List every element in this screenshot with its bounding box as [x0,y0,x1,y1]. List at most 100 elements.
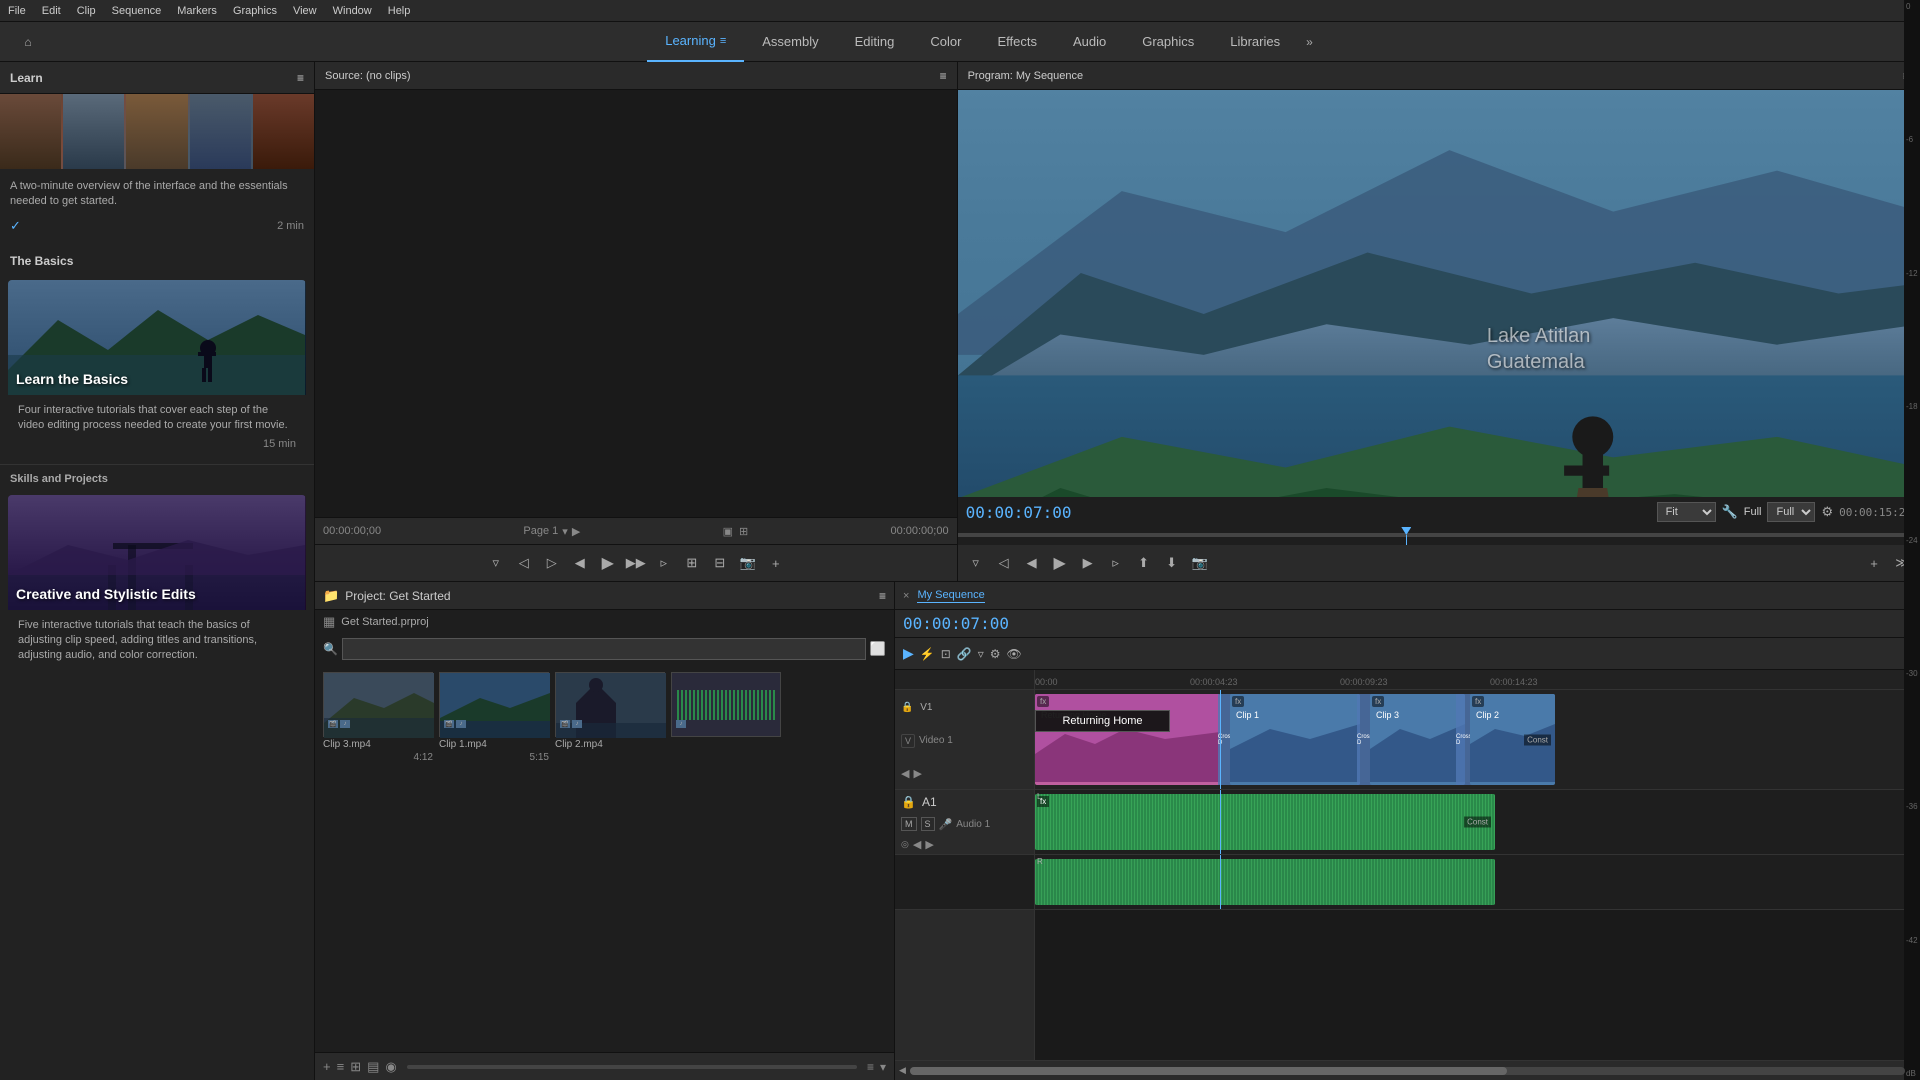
source-page-chevron[interactable]: ▾ [562,525,568,538]
project-panel-menu[interactable]: ≡ [879,589,886,603]
source-mark-prev[interactable]: ◁ [514,555,534,571]
source-icon-1[interactable]: ▣ [723,525,733,538]
tab-assembly[interactable]: Assembly [744,22,836,62]
timeline-settings-btn[interactable]: ⚙ [990,647,1001,661]
clip-block-1[interactable]: fx Clip 1 [1230,694,1360,785]
timeline-add-marker-btn[interactable]: ▿ [978,647,984,661]
menu-window[interactable]: Window [333,5,372,17]
video-track-eye-btn[interactable]: V [901,734,915,748]
project-new-item-btn[interactable]: + [323,1059,331,1074]
tab-learning[interactable]: Learning ≡ [647,22,744,62]
program-scrub-head[interactable] [1400,527,1412,545]
timeline-select-tool[interactable]: ▶ [903,645,914,662]
project-zoom-slider[interactable] [407,1065,857,1069]
clip-block-3[interactable]: fx Clip 3 [1370,694,1465,785]
tab-graphics[interactable]: Graphics [1124,22,1212,62]
clip-item-3[interactable]: 🎬 ♪ Clip 3.mp4 4:12 [323,672,433,1044]
source-page-next[interactable]: ▶ [572,525,580,538]
timeline-sequence-tab[interactable]: My Sequence [917,589,984,603]
home-button[interactable]: ⌂ [12,26,44,58]
timeline-scrollbar[interactable] [910,1067,1905,1075]
tab-editing[interactable]: Editing [837,22,913,62]
menu-file[interactable]: File [8,5,26,17]
program-mark-out[interactable]: ▹ [1106,555,1126,571]
learn-panel-menu-icon[interactable]: ≡ [297,71,304,85]
audio-lock-icon[interactable]: 🔒 [901,795,916,809]
clip-item-2[interactable]: 🎬 ♪ Clip 2.mp4 [555,672,665,1044]
project-new-bin-icon[interactable]: ⬜ [870,641,886,657]
source-camera[interactable]: 📷 [738,555,758,571]
source-play-button[interactable]: ▶ [598,553,618,573]
learn-intro-image[interactable] [0,94,314,169]
audio-track-fwd2[interactable]: ▶ [925,838,933,851]
lock-icon[interactable]: 🔒 [901,702,913,713]
source-insert[interactable]: ⊞ [682,555,702,571]
timeline-close-btn[interactable]: × [903,590,909,602]
timeline-hide-icon[interactable]: 👁 [1007,647,1022,661]
program-scrub-bar[interactable] [958,527,1920,545]
program-settings-icon[interactable]: ⚙ [1821,504,1833,520]
audio-track-s-btn[interactable]: S [921,817,935,831]
project-search-input[interactable] [342,638,866,660]
program-mark-in[interactable]: ▿ [966,555,986,571]
menu-clip[interactable]: Clip [77,5,96,17]
audio-track-back2[interactable]: ◀ [913,838,921,851]
clip-returning-home[interactable]: fx Returning Home [1035,694,1220,785]
program-extract[interactable]: ⬇ [1162,555,1182,571]
tutorial-card-creative[interactable]: Creative and Stylistic Edits Five intera… [8,495,306,668]
source-icon-2[interactable]: ⊞ [739,525,748,538]
program-step-fwd[interactable]: ▶ [1078,555,1098,571]
clip-block-2[interactable]: fx Clip 2 Const [1470,694,1555,785]
menu-edit[interactable]: Edit [42,5,61,17]
program-fit-select[interactable]: Fit 25% 50% 100% [1657,502,1716,522]
program-play-button[interactable]: ▶ [1050,553,1070,573]
audio-track-mic-icon[interactable]: 🎤 [939,818,953,831]
program-camera[interactable]: 📷 [1190,555,1210,571]
timeline-ripple-tool[interactable]: ⚡ [920,647,935,661]
tab-color[interactable]: Color [912,22,979,62]
clip-item-1[interactable]: 🎬 ♪ Clip 1.mp4 5:15 [439,672,549,1044]
audio-track-gain[interactable]: ◎ [901,839,909,850]
project-list-view-btn[interactable]: ≡ [337,1059,345,1074]
program-quality-select[interactable]: Full 1/2 1/4 [1767,502,1815,522]
learning-tab-menu-icon[interactable]: ≡ [720,35,726,47]
menu-sequence[interactable]: Sequence [112,5,162,17]
project-freeform-btn[interactable]: ◉ [385,1059,396,1075]
source-mark-in[interactable]: ▿ [486,555,506,571]
source-monitor-menu[interactable]: ≡ [940,69,947,83]
project-menu-icon[interactable]: ≡ [867,1060,874,1074]
menu-help[interactable]: Help [388,5,411,17]
video-track-fwd[interactable]: ▶ [913,767,921,780]
source-overwrite[interactable]: ⊟ [710,555,730,571]
tab-effects[interactable]: Effects [979,22,1055,62]
source-step-fwd[interactable]: ▶▶ [626,555,646,571]
menu-view[interactable]: View [293,5,317,17]
program-mark-prev[interactable]: ◁ [994,555,1014,571]
menu-markers[interactable]: Markers [177,5,217,17]
program-add[interactable]: + [1864,556,1884,571]
program-lift[interactable]: ⬆ [1134,555,1154,571]
menu-graphics[interactable]: Graphics [233,5,277,17]
project-metadata-btn[interactable]: ▤ [367,1059,379,1075]
timeline-linked-btn[interactable]: 🔗 [957,647,972,661]
source-mark-next[interactable]: ▷ [542,555,562,571]
project-chevron[interactable]: ▾ [880,1060,886,1074]
audio-block-r[interactable] [1035,859,1495,905]
more-workspaces-button[interactable]: » [1298,35,1321,49]
project-icon-view-btn[interactable]: ⊞ [350,1059,361,1075]
tab-libraries[interactable]: Libraries [1212,22,1298,62]
audio-track-m-btn[interactable]: M [901,817,917,831]
program-wrench-icon[interactable]: 🔧 [1722,504,1738,520]
video-track-back[interactable]: ◀ [901,767,909,780]
audio-block-main[interactable]: fx Const [1035,794,1495,850]
learn-panel-title: Learn [10,71,43,85]
source-mark-out[interactable]: ▹ [654,555,674,571]
timeline-snap-btn[interactable]: ⊡ [941,647,951,661]
source-add[interactable]: + [766,556,786,571]
program-step-back[interactable]: ◀ [1022,555,1042,571]
timeline-zoom-out[interactable]: ◀ [899,1065,906,1076]
tutorial-card-basics[interactable]: Learn the Basics Four interactive tutori… [8,280,306,458]
clip-item-audio[interactable]: ♪ [671,672,781,1044]
source-step-back[interactable]: ◀ [570,555,590,571]
tab-audio[interactable]: Audio [1055,22,1124,62]
